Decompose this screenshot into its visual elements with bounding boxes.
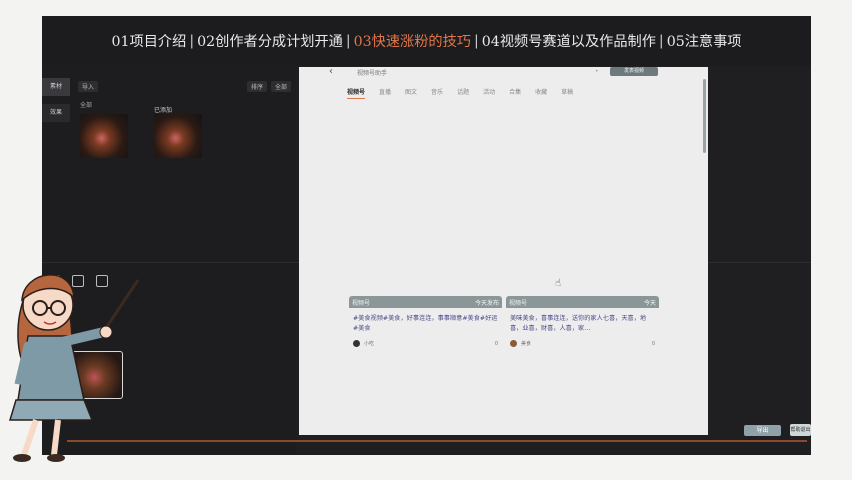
tab-favorites[interactable]: 收藏: [535, 87, 547, 99]
side-tab-effects[interactable]: 效果: [42, 104, 70, 122]
chapter-separator: |: [474, 33, 479, 49]
chapter-04[interactable]: 04视频号赛道以及作品制作: [482, 31, 656, 51]
lesson-chapter-bar: 01项目介绍 | 02创作者分成计划开通 | 03快速涨粉的技巧 | 04视频号…: [42, 16, 811, 66]
chapter-02[interactable]: 02创作者分成计划开通: [197, 31, 343, 51]
card-meta: 小吃 0: [353, 340, 498, 347]
content-tabs: 视频号 直播 图文 音乐 话题 活动 合集 收藏 草稿: [347, 87, 573, 99]
tab-music[interactable]: 音乐: [431, 87, 443, 99]
card-likes: 0: [494, 340, 498, 347]
card-header-right: 今天发布: [474, 299, 499, 307]
tab-image-text[interactable]: 图文: [405, 87, 417, 99]
chapter-03-active[interactable]: 03快速涨粉的技巧: [354, 31, 471, 51]
card-user: 美食: [521, 341, 532, 347]
card-header-left: 视频号: [352, 299, 371, 307]
help-button[interactable]: 帮助退出: [790, 424, 811, 436]
avatar: [510, 340, 517, 347]
tab-live[interactable]: 直播: [379, 87, 391, 99]
card-header-right: 今天: [643, 299, 656, 307]
import-button[interactable]: 导入: [78, 80, 99, 92]
card-header: 视频号 今天发布: [349, 296, 502, 308]
avatar: [353, 340, 360, 347]
tab-drafts[interactable]: 草稿: [561, 87, 573, 99]
export-button[interactable]: 导出: [744, 425, 781, 436]
browser-header: ‹ 视频号助手 • 发表视频: [299, 67, 708, 79]
card-likes: 0: [651, 340, 655, 347]
media-pane-header: 导入 排序 全部: [78, 80, 291, 92]
timeline-track[interactable]: [67, 440, 807, 442]
video-card[interactable]: 视频号 今天 美味美食，喜事连连，送你的家人七喜，天喜，地喜，业喜，财喜，人喜，…: [506, 296, 659, 352]
chapter-05[interactable]: 05注意事项: [667, 31, 742, 51]
scrollbar[interactable]: [703, 79, 706, 153]
card-description: 美味美食，喜事连连，送你的家人七喜，天喜，地喜，业喜，财喜，人喜，家…: [510, 315, 647, 332]
tab-video[interactable]: 视频号: [347, 87, 366, 99]
chapter-01[interactable]: 01项目介绍: [112, 31, 187, 51]
media-thumbnail[interactable]: [80, 114, 128, 158]
browser-window: ‹ 视频号助手 • 发表视频 视频号 直播 图文 音乐 话题 活动 合集 收藏 …: [299, 67, 708, 435]
chapter-separator: |: [189, 33, 195, 49]
card-user: 小吃: [364, 341, 375, 347]
more-icon[interactable]: •: [595, 68, 599, 75]
card-header-left: 视频号: [509, 299, 528, 307]
media-thumbnail[interactable]: 已添加: [154, 107, 202, 158]
sort-dropdown[interactable]: 排序: [246, 80, 267, 92]
filter-dropdown[interactable]: 全部: [270, 80, 291, 92]
teacher-mascot-illustration: [8, 274, 140, 462]
card-header: 视频号 今天: [506, 296, 659, 308]
card-meta: 美食 0: [510, 340, 655, 347]
page-title: 视频号助手: [357, 70, 388, 77]
video-card[interactable]: 视频号 今天发布 #美食视频#美食，好事连连，事事顺意#美食#好运#美食 小吃 …: [349, 296, 502, 352]
thumbnail-label: 已添加: [154, 107, 173, 114]
tab-collection[interactable]: 合集: [509, 87, 521, 99]
card-description: #美食视频#美食，好事连连，事事顺意#美食#好运#美食: [353, 315, 498, 332]
tab-topic[interactable]: 话题: [457, 87, 469, 99]
side-tab-material[interactable]: 素材: [42, 78, 70, 96]
back-arrow-icon[interactable]: ‹: [329, 67, 333, 77]
cursor-icon: ☝: [555, 278, 562, 289]
chapter-separator: |: [658, 33, 664, 49]
publish-button[interactable]: 发表视频: [610, 67, 658, 76]
media-side-tabs: 素材 效果: [42, 78, 70, 130]
tab-event[interactable]: 活动: [483, 87, 495, 99]
chapter-separator: |: [345, 33, 351, 49]
folder-label: 全部: [80, 102, 93, 109]
